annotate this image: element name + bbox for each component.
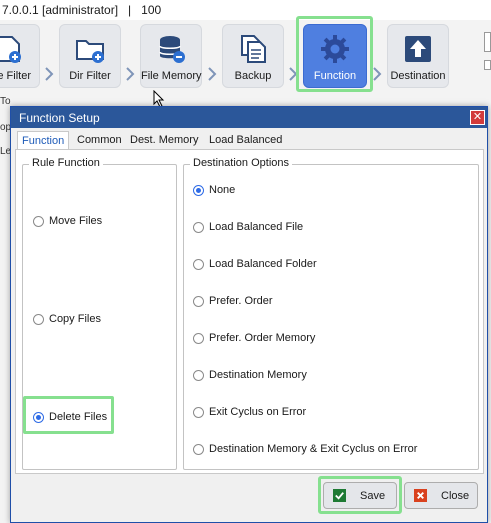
tab-common[interactable]: Common [73, 131, 126, 149]
radio-button[interactable] [193, 222, 204, 233]
radio-label: Exit Cyclus on Error [209, 406, 307, 418]
destination-options-group: Destination Options None Load Balanced F… [183, 157, 479, 470]
toolbar-label: File Memory [141, 70, 202, 82]
radio-button[interactable] [193, 444, 204, 455]
radio-button[interactable] [193, 370, 204, 381]
database-icon [159, 36, 185, 63]
function-setup-dialog: Function Setup ✕ Function Common Dest. M… [10, 106, 488, 523]
tab-dest-memory[interactable]: Dest. Memory [126, 131, 202, 149]
dialog-tabs: Function Common Dest. Memory Load Balanc… [15, 131, 485, 149]
radio-button[interactable] [33, 314, 44, 325]
radio-label: Prefer. Order Memory [209, 332, 316, 344]
close-icon[interactable]: ✕ [470, 110, 485, 125]
left-fragment-text: To [0, 96, 11, 107]
folder-plus-icon [76, 40, 104, 63]
radio-button-checked[interactable] [193, 185, 204, 196]
radio-label: None [209, 184, 236, 196]
toolbar-label: Destination [390, 70, 446, 82]
main-toolbar: e Filter Dir Filter File Memory Backup F… [0, 20, 491, 100]
toolbar-destination-button[interactable]: Destination [387, 24, 449, 88]
toolbar-backup-button[interactable]: Backup [222, 24, 284, 88]
close-button[interactable]: Close [404, 482, 478, 509]
toolbar-label: Backup [234, 70, 272, 82]
close-x-icon [414, 489, 427, 502]
toolbar-label: Dir Filter [69, 70, 111, 82]
radio-label: Move Files [49, 215, 103, 227]
upload-icon [405, 36, 431, 62]
app-title-bar: 7.0.0.1 [administrator] | 100 [0, 0, 491, 21]
right-edge-control [484, 60, 491, 70]
save-highlight [318, 476, 402, 514]
radio-button[interactable] [193, 333, 204, 344]
radio-button[interactable] [193, 259, 204, 270]
dialog-title-bar: Function Setup ✕ [11, 107, 487, 128]
backup-documents-icon [241, 35, 266, 63]
chevron-right-icon [373, 67, 382, 81]
toolbar-file-filter-button[interactable]: e Filter [0, 24, 40, 88]
app-title: 7.0.0.1 [administrator] | 100 [2, 3, 162, 17]
toolbar-file-memory-button[interactable]: File Memory [140, 24, 202, 88]
destination-options-legend: Destination Options [190, 157, 292, 169]
radio-button[interactable] [193, 296, 204, 307]
radio-label: Prefer. Order [209, 295, 273, 307]
delete-files-highlight [23, 396, 114, 434]
toolbar-label: e Filter [0, 70, 31, 82]
chevron-right-icon [45, 67, 54, 81]
radio-button[interactable] [193, 407, 204, 418]
toolbar-dir-filter-button[interactable]: Dir Filter [59, 24, 121, 88]
radio-label: Load Balanced Folder [209, 258, 317, 270]
function-highlight [296, 16, 373, 92]
chevron-right-icon [208, 67, 217, 81]
radio-label: Destination Memory [209, 369, 307, 381]
dialog-title: Function Setup [19, 111, 100, 125]
right-edge-control [484, 32, 491, 52]
radio-label: Load Balanced File [209, 221, 304, 233]
chevron-right-icon [126, 67, 135, 81]
function-tab-panel: Rule Function Move Files Copy Files Dele… [15, 149, 484, 474]
close-button-label: Close [441, 490, 470, 502]
radio-button[interactable] [33, 216, 44, 227]
radio-label: Destination Memory & Exit Cyclus on Erro… [209, 443, 418, 455]
radio-label: Copy Files [49, 313, 101, 325]
file-filter-icon [0, 36, 21, 63]
rule-function-legend: Rule Function [29, 157, 103, 169]
tab-function[interactable]: Function [17, 131, 70, 149]
tab-load-balanced[interactable]: Load Balanced [205, 131, 286, 149]
